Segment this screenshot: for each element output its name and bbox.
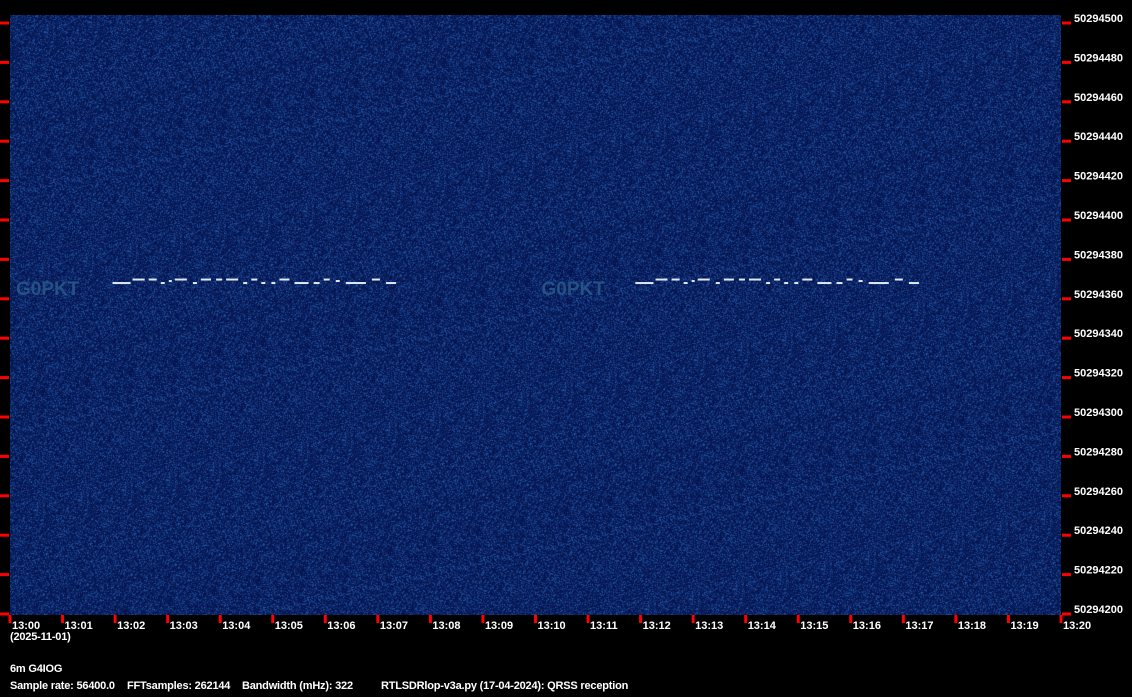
y-tick-right <box>1062 100 1071 104</box>
y-tick-right <box>1062 336 1071 340</box>
x-tick-label: 13:08 <box>432 620 460 632</box>
y-tick-right <box>1062 415 1071 419</box>
y-tick-left <box>0 218 9 222</box>
y-tick-left <box>0 573 9 577</box>
y-tick-label: 50294200 <box>1074 604 1123 616</box>
y-tick-label: 50294420 <box>1074 171 1123 183</box>
y-tick-left <box>0 336 9 340</box>
fft-samples: FFTsamples: 262144 <box>127 680 231 692</box>
x-tick-label: 13:02 <box>117 620 145 632</box>
x-tick-label: 13:05 <box>275 620 303 632</box>
y-tick-left <box>0 139 9 143</box>
y-tick-left <box>0 376 9 380</box>
y-tick-label: 50294460 <box>1074 92 1123 104</box>
y-tick-label: 50294500 <box>1074 13 1123 25</box>
y-tick-label: 50294300 <box>1074 407 1123 419</box>
y-tick-right <box>1062 573 1071 577</box>
y-tick-left <box>0 257 9 261</box>
y-tick-left <box>0 454 9 458</box>
y-tick-label: 50294280 <box>1074 446 1123 458</box>
y-tick-right <box>1062 612 1071 616</box>
y-tick-right <box>1062 179 1071 183</box>
y-tick-right <box>1062 257 1071 261</box>
y-tick-label: 50294260 <box>1074 486 1123 498</box>
y-tick-right <box>1062 139 1071 143</box>
date-label: (2025-11-01) <box>10 631 71 643</box>
x-tick-label: 13:03 <box>170 620 198 632</box>
y-tick-right <box>1062 376 1071 380</box>
y-tick-label: 50294380 <box>1074 249 1123 261</box>
x-tick-label: 13:04 <box>222 620 251 632</box>
x-tick-label: 13:06 <box>327 620 355 632</box>
x-tick-label: 13:11 <box>590 620 618 632</box>
y-tick-label: 50294240 <box>1074 525 1123 537</box>
y-tick-label: 50294440 <box>1074 131 1123 143</box>
y-tick-right <box>1062 454 1071 458</box>
y-tick-left <box>0 179 9 183</box>
x-tick-label: 13:20 <box>1063 620 1091 632</box>
x-tick-label: 13:10 <box>538 620 566 632</box>
y-tick-label: 50294220 <box>1074 565 1123 577</box>
x-tick-label: 13:16 <box>853 620 881 632</box>
axes-layer: 50294500 50294480 50294460 50294440 50294420… <box>0 13 1123 632</box>
x-tick-label: 13:07 <box>380 620 408 632</box>
x-tick-label: 13:09 <box>485 620 513 632</box>
y-tick-left <box>0 494 9 498</box>
y-tick-left <box>0 21 9 25</box>
y-tick-left <box>0 533 9 537</box>
y-tick-label: 50294340 <box>1074 328 1123 340</box>
y-tick-right <box>1062 494 1071 498</box>
station-label: 6m G4IOG <box>10 663 63 675</box>
y-tick-left <box>0 100 9 104</box>
software-label: RTLSDRlop-v3a.py (17-04-2024): QRSS rece… <box>381 680 629 692</box>
x-tick-label: 13:15 <box>800 620 828 632</box>
x-tick-label: 13:17 <box>905 620 933 632</box>
sample-rate: Sample rate: 56400.0 <box>10 680 115 692</box>
x-tick-label: 13:19 <box>1010 620 1038 632</box>
y-tick-right <box>1062 218 1071 222</box>
y-tick-left <box>0 297 9 301</box>
y-tick-left <box>0 612 9 616</box>
x-tick-label: 13:18 <box>958 620 986 632</box>
y-tick-right <box>1062 533 1071 537</box>
y-tick-left <box>0 415 9 419</box>
x-tick-label: 13:13 <box>695 620 723 632</box>
y-tick-right <box>1062 21 1071 25</box>
bandwidth: Bandwidth (mHz): 322 <box>242 680 353 692</box>
x-tick-label: 13:14 <box>748 620 777 632</box>
y-tick-label: 50294320 <box>1074 368 1123 380</box>
y-tick-label: 50294480 <box>1074 52 1123 64</box>
y-tick-label: 50294360 <box>1074 289 1123 301</box>
y-tick-right <box>1062 297 1071 301</box>
x-tick-label: 13:12 <box>643 620 671 632</box>
y-tick-left <box>0 60 9 64</box>
y-tick-label: 50294400 <box>1074 210 1123 222</box>
y-tick-right <box>1062 60 1071 64</box>
